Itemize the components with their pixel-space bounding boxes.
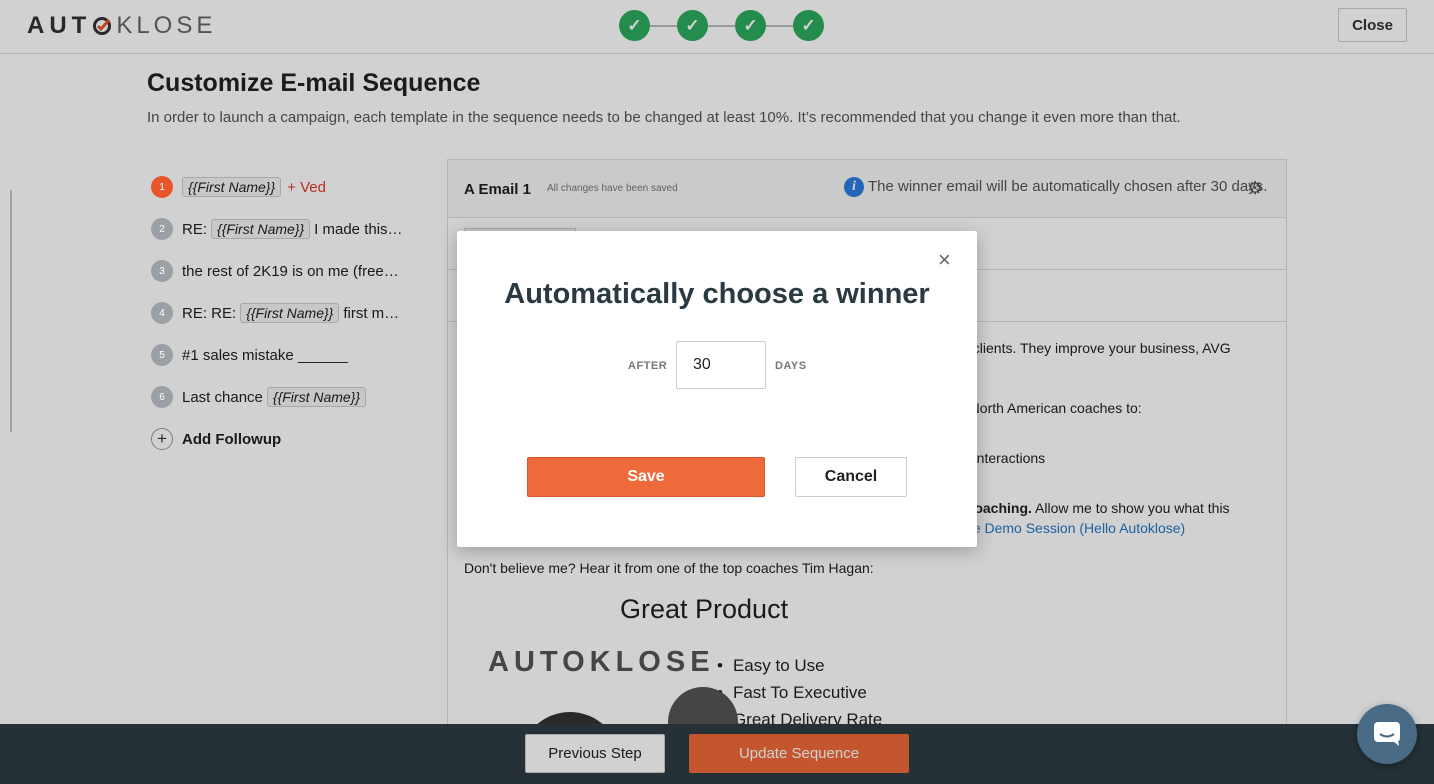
sequence-number-badge: 6 bbox=[151, 386, 173, 408]
sequence-number-badge: 4 bbox=[151, 302, 173, 324]
sequence-number-badge: 2 bbox=[151, 218, 173, 240]
save-button[interactable]: Save bbox=[527, 457, 765, 497]
chat-launcher-button[interactable] bbox=[1357, 704, 1417, 764]
sequence-number-badge: 5 bbox=[151, 344, 173, 366]
cancel-button[interactable]: Cancel bbox=[795, 457, 907, 497]
choose-winner-modal: × Automatically choose a winner AFTER DA… bbox=[457, 231, 977, 547]
modal-title: Automatically choose a winner bbox=[504, 278, 930, 310]
chat-bubble-icon bbox=[1374, 722, 1400, 746]
days-input[interactable] bbox=[676, 341, 766, 389]
sequence-number-badge: 3 bbox=[151, 260, 173, 282]
after-label: AFTER bbox=[628, 360, 668, 372]
close-icon[interactable]: × bbox=[938, 249, 951, 271]
sequence-number-badge: 1 bbox=[151, 176, 173, 198]
days-label: DAYS bbox=[775, 360, 807, 372]
